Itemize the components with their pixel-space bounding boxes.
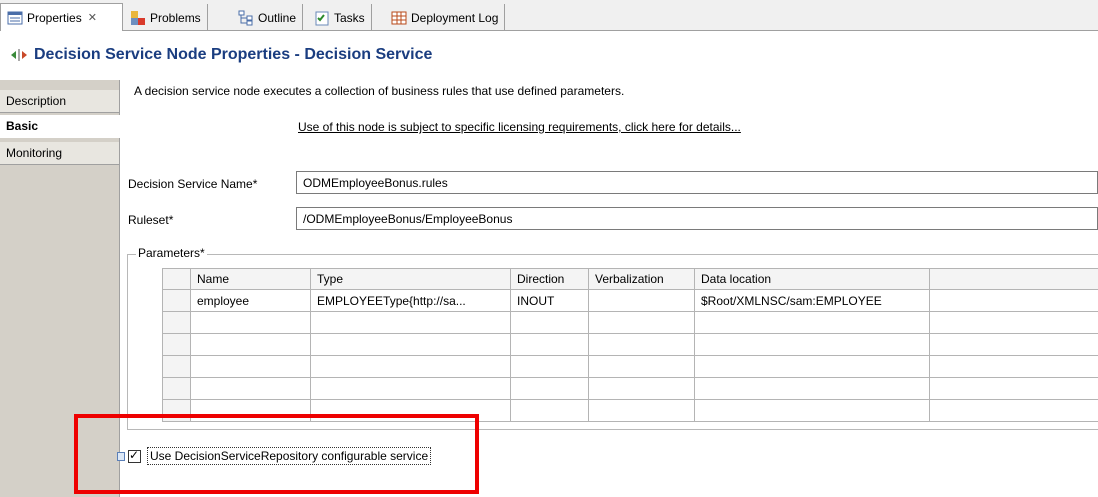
column-header-direction[interactable]: Direction (510, 268, 589, 290)
row-header-cell (162, 333, 191, 356)
table-row[interactable] (162, 377, 1098, 400)
row-header-cell (162, 355, 191, 378)
properties-icon (7, 10, 23, 26)
column-header-name[interactable]: Name (190, 268, 311, 290)
configurable-service-checkbox[interactable] (128, 448, 141, 463)
table-cell[interactable] (694, 311, 930, 334)
table-cell[interactable] (190, 355, 311, 378)
row-header-cell (162, 311, 191, 334)
tab-problems[interactable]: Problems (124, 4, 208, 31)
table-cell (929, 377, 1098, 400)
tab-label: Properties (27, 10, 82, 25)
column-header-data-location[interactable]: Data location (694, 268, 930, 290)
row-header-cell (162, 268, 191, 290)
table-cell (929, 289, 1098, 312)
decision-service-name-label: Decision Service Name* (128, 177, 258, 191)
table-cell[interactable] (510, 399, 589, 422)
tab-label: Deployment Log (411, 10, 499, 25)
outline-icon (238, 10, 254, 26)
column-header-verbalization[interactable]: Verbalization (588, 268, 695, 290)
table-cell[interactable] (190, 333, 311, 356)
table-cell[interactable] (694, 333, 930, 356)
page-title-text: Decision Service Node Properties - Decis… (34, 46, 433, 63)
table-cell[interactable] (588, 377, 695, 400)
column-header-type[interactable]: Type (310, 268, 511, 290)
table-cell[interactable] (694, 355, 930, 378)
row-header-cell (162, 289, 191, 312)
decision-service-name-field[interactable]: ODMEmployeeBonus.rules (296, 171, 1098, 194)
table-header-row: Name Type Direction Verbalization Data l… (162, 268, 1098, 290)
table-cell (929, 399, 1098, 422)
table-cell[interactable] (510, 311, 589, 334)
page-title: Decision Service Node Properties - Decis… (10, 46, 432, 64)
table-cell[interactable]: $Root/XMLNSC/sam:EMPLOYEE (694, 289, 930, 312)
tab-outline[interactable]: Outline (232, 4, 304, 31)
sidebar-item-monitoring[interactable]: Monitoring (0, 142, 119, 165)
properties-sidenav: Description Basic Monitoring (0, 80, 120, 497)
tab-label: Outline (258, 10, 297, 25)
decision-service-node-icon (10, 48, 28, 62)
table-cell[interactable] (510, 355, 589, 378)
licensing-link[interactable]: Use of this node is subject to specific … (298, 120, 741, 134)
table-cell[interactable] (190, 399, 311, 422)
table-cell[interactable] (310, 311, 511, 334)
tab-properties[interactable]: Properties ✕ (0, 3, 123, 31)
table-cell[interactable] (310, 355, 511, 378)
column-header-filler (929, 268, 1098, 290)
table-cell[interactable] (694, 399, 930, 422)
tab-label: Tasks (334, 10, 365, 25)
tab-label: Problems (150, 10, 201, 25)
configurable-service-option[interactable]: Use DecisionServiceRepository configurab… (117, 447, 432, 465)
row-header-cell (162, 399, 191, 422)
row-header-cell (162, 377, 191, 400)
close-icon[interactable]: ✕ (88, 11, 97, 24)
table-cell[interactable] (588, 311, 695, 334)
info-icon (117, 451, 125, 461)
table-row[interactable] (162, 355, 1098, 378)
sidebar-item-basic[interactable]: Basic (0, 115, 120, 138)
table-cell[interactable] (588, 289, 695, 312)
table-cell[interactable]: employee (190, 289, 311, 312)
table-cell[interactable]: EMPLOYEEType{http://sa... (310, 289, 511, 312)
table-cell[interactable] (588, 399, 695, 422)
table-row[interactable] (162, 311, 1098, 334)
table-cell[interactable] (588, 355, 695, 378)
tab-tasks[interactable]: Tasks (308, 4, 372, 31)
table-cell[interactable] (190, 377, 311, 400)
tab-deployment-log[interactable]: Deployment Log (385, 4, 506, 31)
table-cell[interactable] (694, 377, 930, 400)
tasks-icon (314, 10, 330, 26)
table-row[interactable] (162, 399, 1098, 422)
table-row[interactable]: employee EMPLOYEEType{http://sa... INOUT… (162, 289, 1098, 312)
table-cell[interactable] (588, 333, 695, 356)
problems-icon (130, 10, 146, 26)
table-cell[interactable] (190, 311, 311, 334)
table-cell[interactable]: INOUT (510, 289, 589, 312)
parameters-legend: Parameters* (136, 246, 207, 260)
table-cell[interactable] (310, 333, 511, 356)
ruleset-label: Ruleset* (128, 213, 174, 227)
parameters-table: Name Type Direction Verbalization Data l… (162, 268, 1098, 422)
table-cell[interactable] (510, 333, 589, 356)
view-tab-bar: Properties ✕ Problems Outline Tasks Depl… (0, 0, 1098, 31)
deployment-log-icon (391, 10, 407, 26)
node-description: A decision service node executes a colle… (134, 84, 625, 98)
table-cell (929, 355, 1098, 378)
table-cell (929, 333, 1098, 356)
ruleset-field[interactable]: /ODMEmployeeBonus/EmployeeBonus (296, 207, 1098, 230)
table-cell (929, 311, 1098, 334)
sidebar-item-description[interactable]: Description (0, 90, 119, 113)
table-cell[interactable] (510, 377, 589, 400)
configurable-service-label[interactable]: Use DecisionServiceRepository configurab… (147, 447, 432, 465)
table-cell[interactable] (310, 399, 511, 422)
table-row[interactable] (162, 333, 1098, 356)
table-cell[interactable] (310, 377, 511, 400)
